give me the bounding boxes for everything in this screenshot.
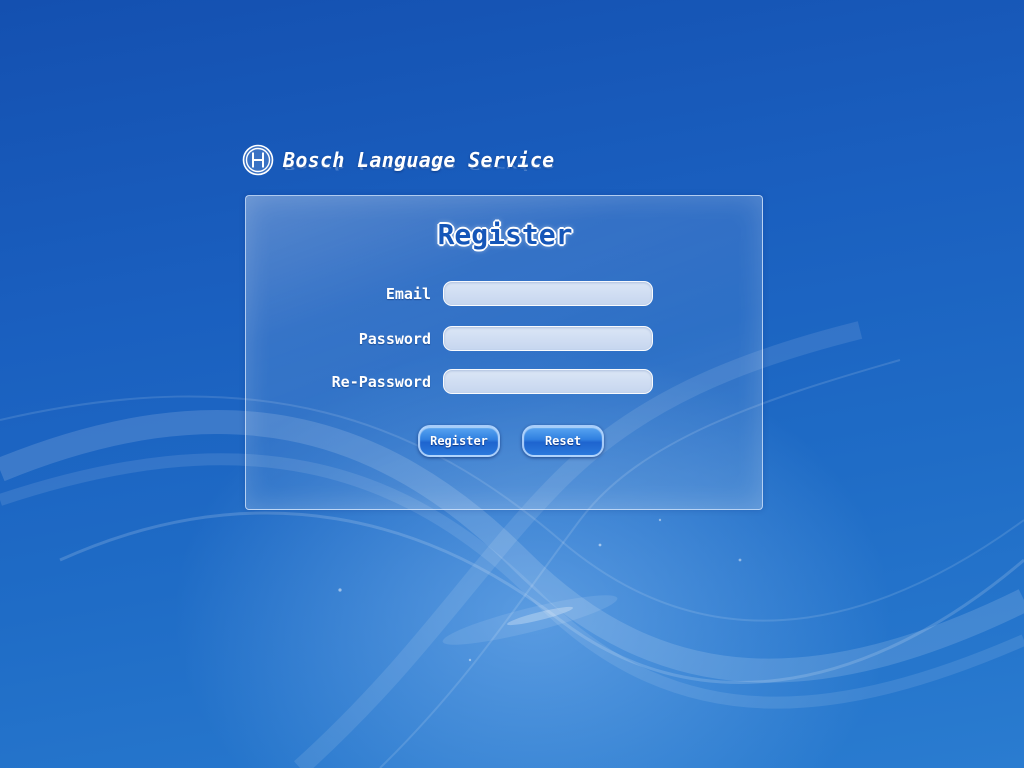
re-password-label: Re-Password [331,373,431,391]
email-field[interactable] [443,281,653,306]
reset-button[interactable]: Reset [522,425,604,457]
register-button[interactable]: Register [418,425,500,457]
email-label: Email [385,285,431,303]
password-label: Password [358,330,431,348]
brand-name-reflection: Bosch Language Service [283,161,555,172]
brand-header: Bosch Language Service [242,142,555,178]
password-row: Password [246,326,764,352]
register-panel: Register Email Password Re-Password Regi… [245,195,763,510]
email-row: Email [246,281,764,307]
password-field[interactable] [443,326,653,351]
re-password-row: Re-Password [246,369,764,395]
bosch-armature-logo-icon [242,144,274,176]
register-title: Register [437,218,573,251]
re-password-field[interactable] [443,369,653,394]
